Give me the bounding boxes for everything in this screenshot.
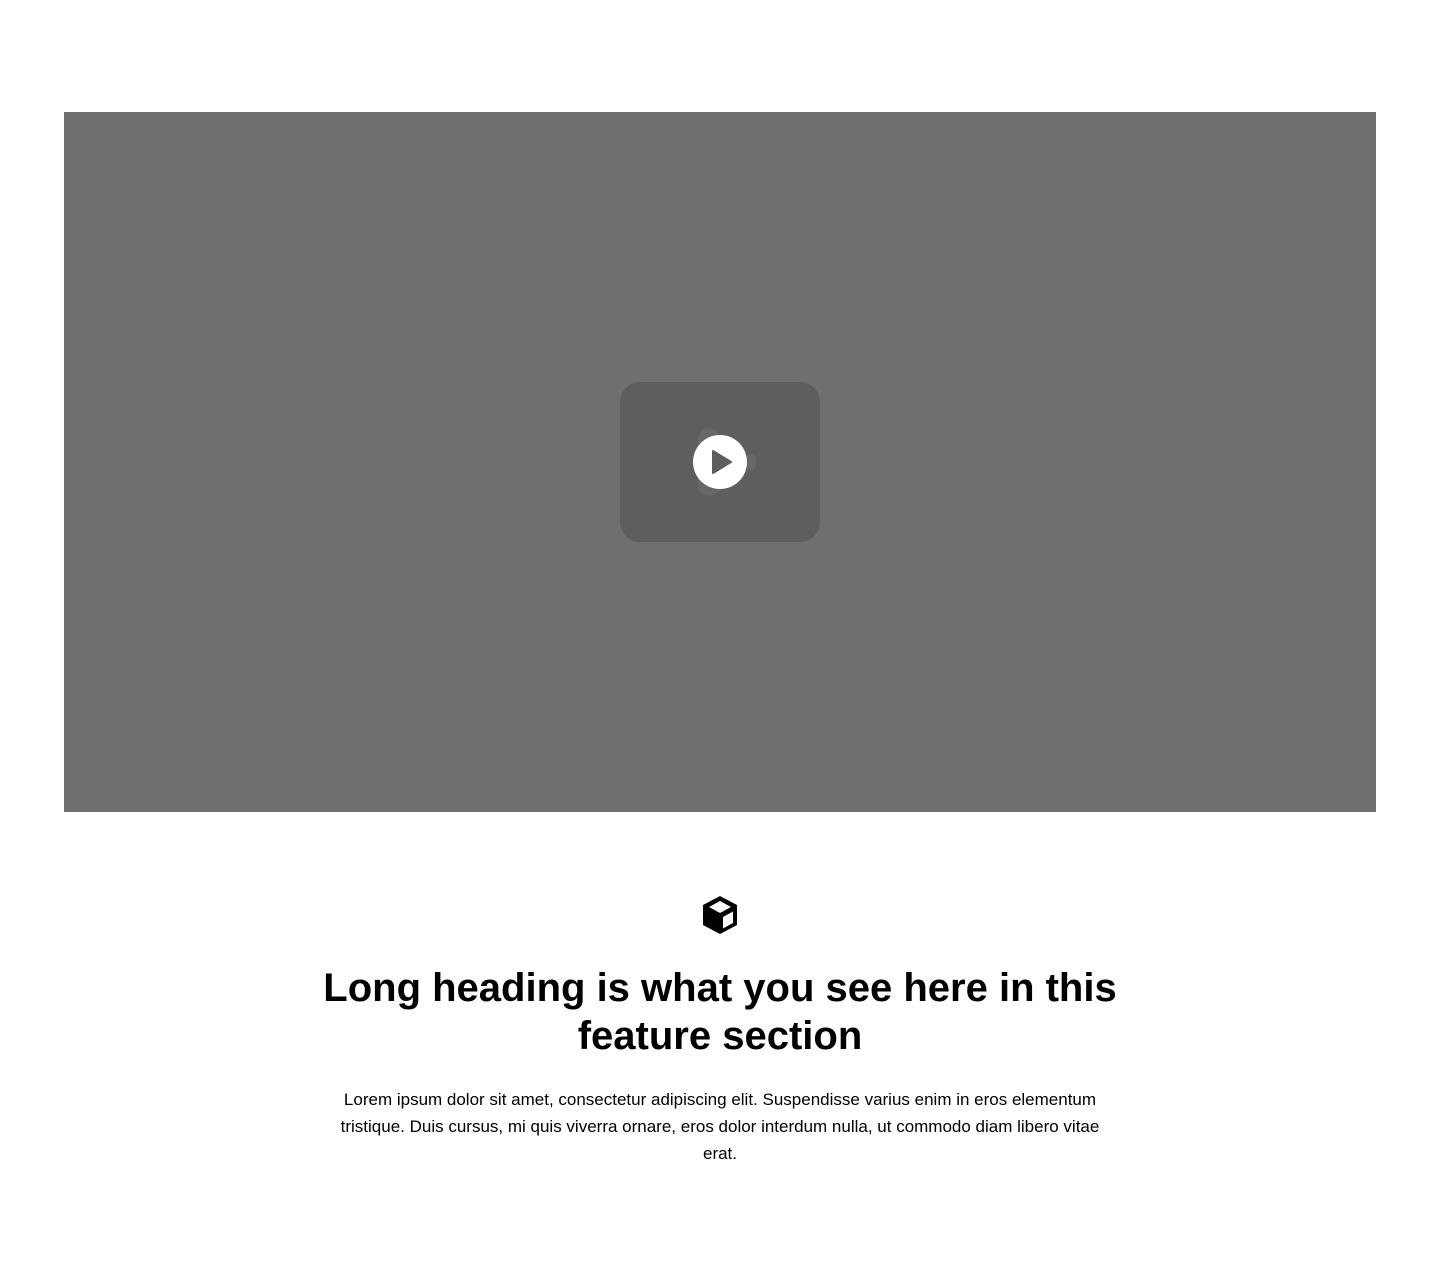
cube-icon bbox=[703, 896, 737, 934]
video-section bbox=[64, 112, 1376, 812]
play-icon bbox=[712, 450, 732, 474]
feature-heading: Long heading is what you see here in thi… bbox=[323, 966, 1117, 1058]
feature-section: Long heading is what you see here in thi… bbox=[320, 894, 1120, 1167]
feature-description: Lorem ipsum dolor sit amet, consectetur … bbox=[340, 1090, 1100, 1163]
play-button-shadow-dot bbox=[746, 454, 756, 470]
play-button[interactable] bbox=[693, 435, 747, 489]
